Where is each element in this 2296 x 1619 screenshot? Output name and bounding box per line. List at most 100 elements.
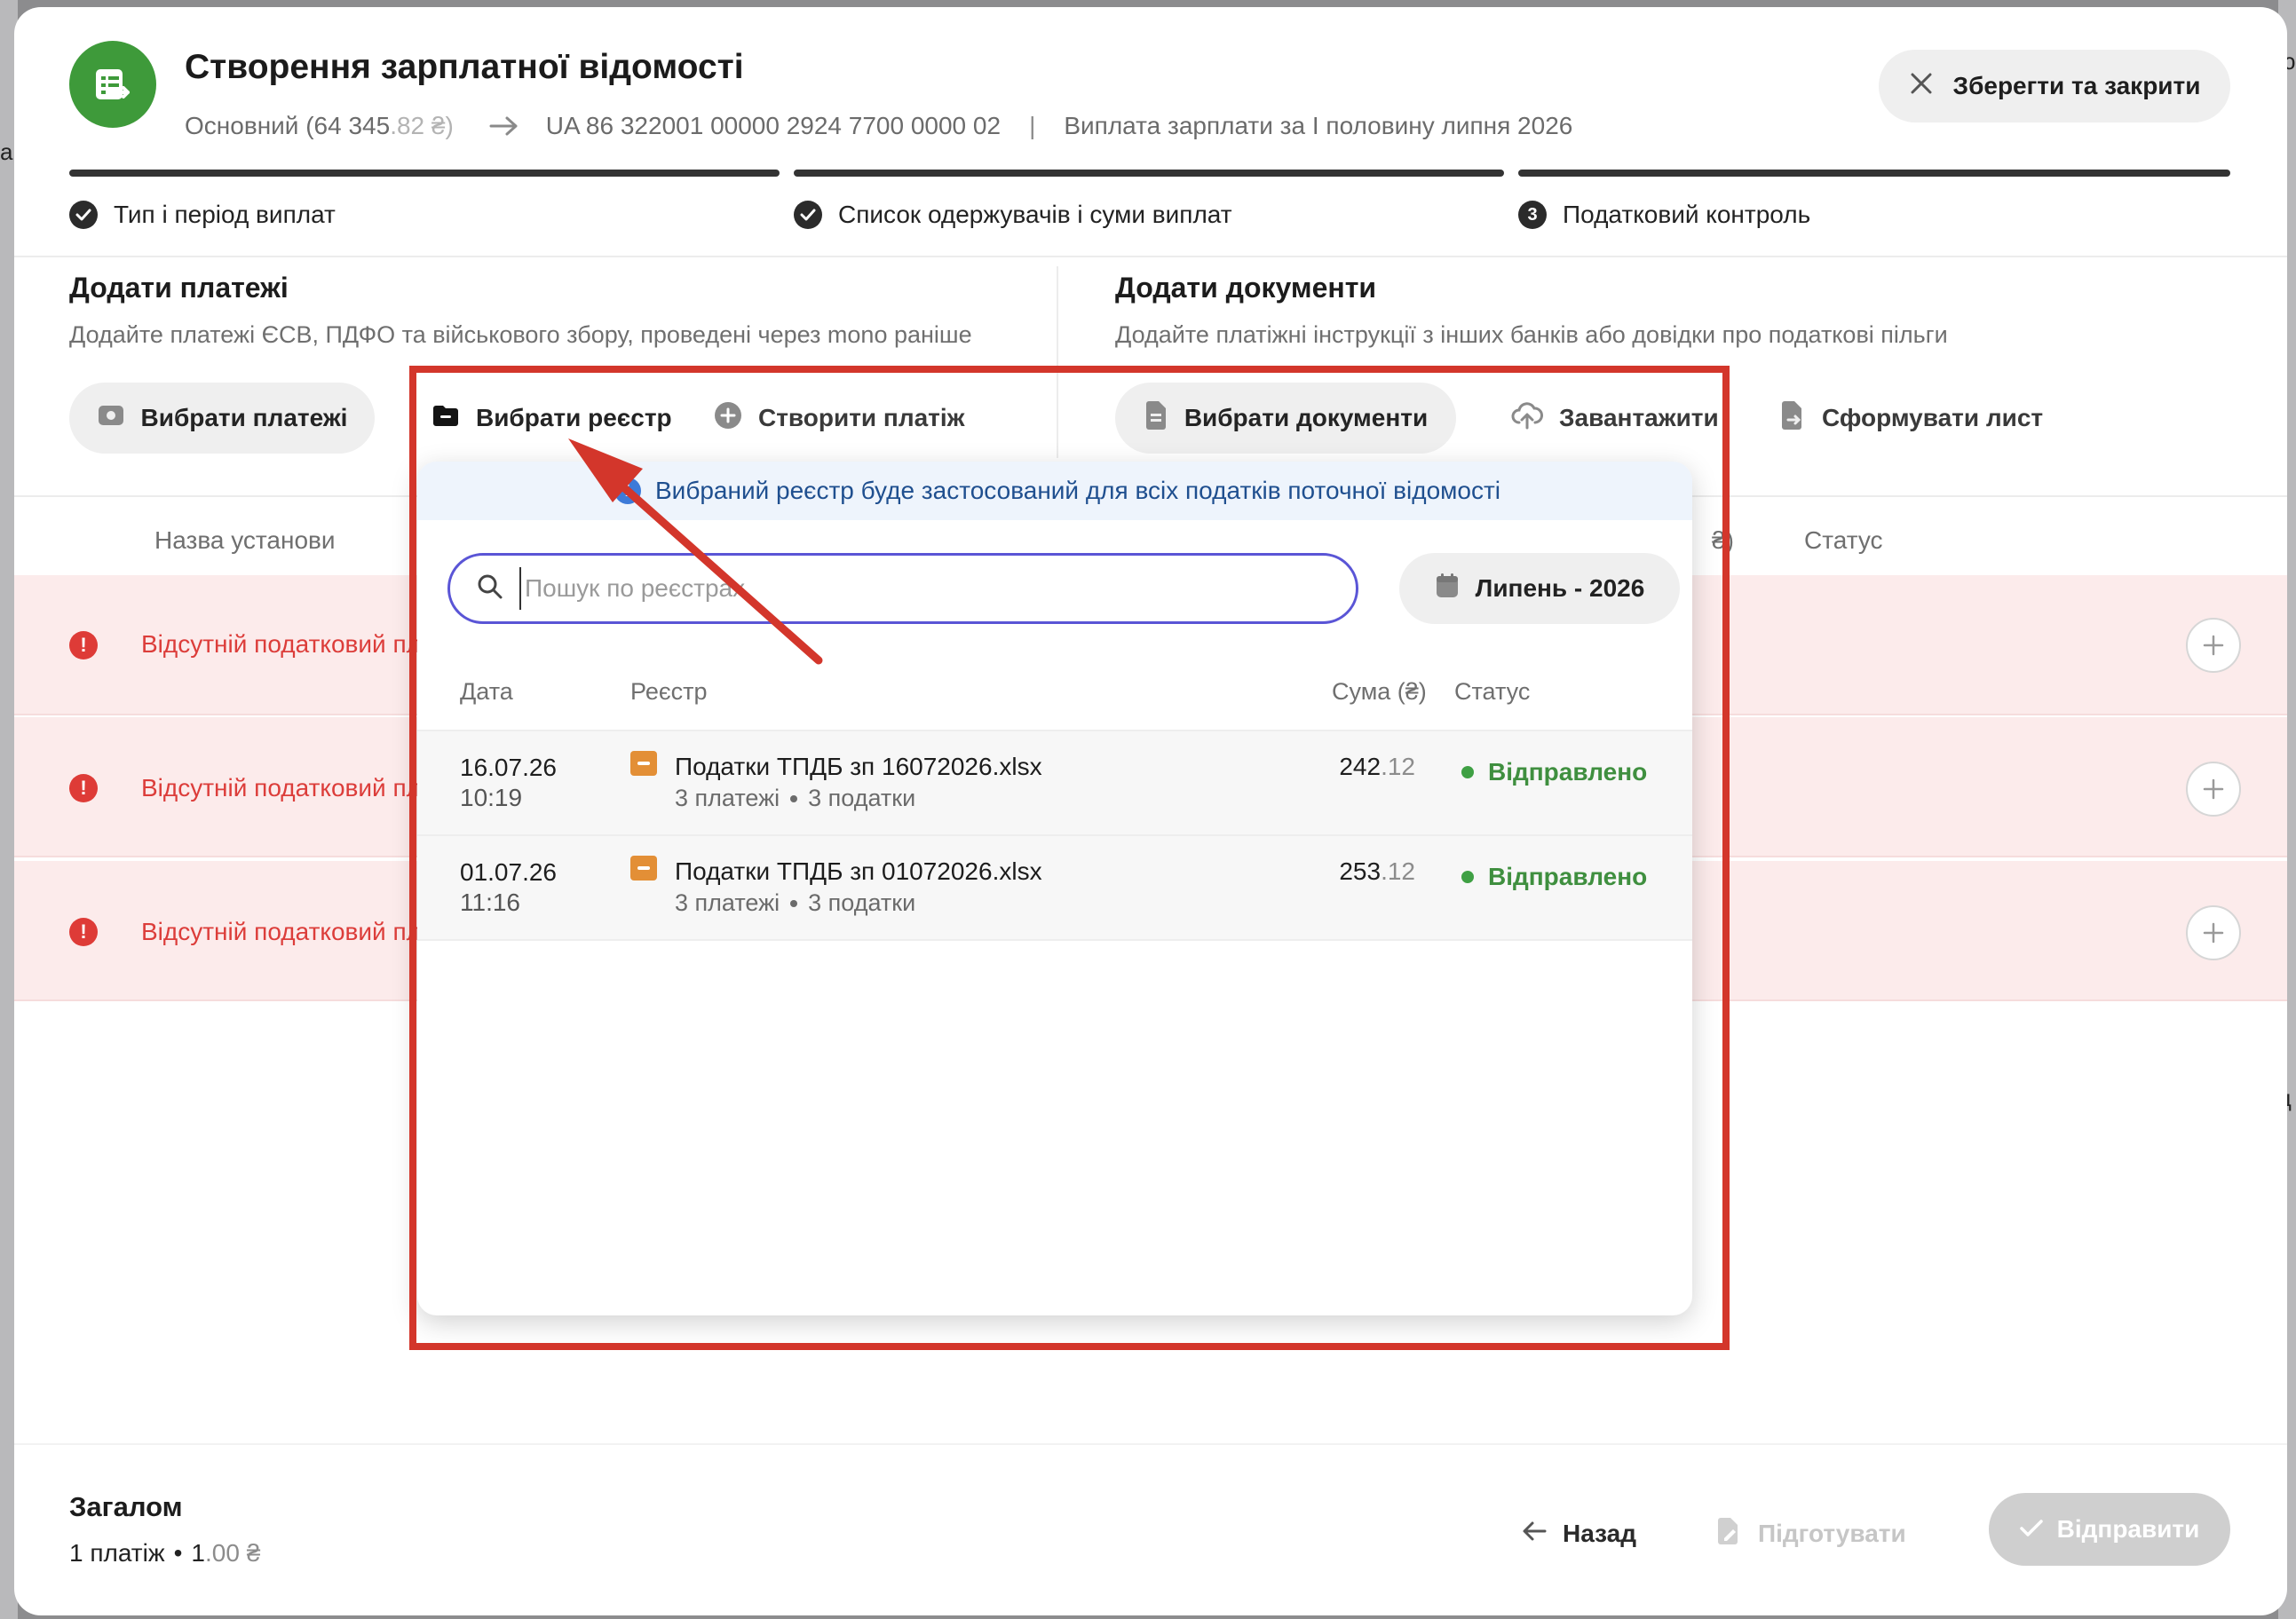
calendar-icon <box>1435 573 1460 605</box>
registry-meta: 3 платежі 3 податки <box>675 889 915 917</box>
registry-time: 11:16 <box>460 888 520 916</box>
registry-row[interactable]: 16.07.26 10:19 Податки ТПДБ зп 16072026.… <box>417 731 1692 834</box>
registry-meta: 3 платежі 3 податки <box>675 785 915 812</box>
save-and-close-label: Зберегти та закрити <box>1952 72 2201 99</box>
error-message: Відсутній податковий пла <box>141 774 435 802</box>
send-label: Відправити <box>2056 1515 2200 1543</box>
payment-icon <box>97 403 125 434</box>
registry-dropdown: i Вибраний реєстр буде застосований для … <box>417 462 1692 1315</box>
form-letter-button[interactable]: Сформувати лист <box>1779 383 2043 454</box>
registry-taxes-count: 3 податки <box>808 889 916 916</box>
add-row-button[interactable] <box>2186 762 2241 817</box>
step-progress-3 <box>1518 170 2230 177</box>
page-title: Створення зарплатної відомості <box>185 48 744 86</box>
status-dot-icon <box>1461 766 1474 778</box>
error-icon: ! <box>69 918 98 946</box>
add-row-button[interactable] <box>2186 905 2241 960</box>
search-icon <box>477 573 503 604</box>
column-header-sum: Сума (₴) <box>1332 678 1427 705</box>
column-header-sum: ₴) <box>1712 526 1734 554</box>
month-picker-button[interactable]: Липень - 2026 <box>1399 553 1680 624</box>
separator: | <box>1029 112 1036 139</box>
divider <box>417 939 1692 941</box>
registry-search-input[interactable] <box>519 567 1301 610</box>
plus-icon <box>2203 635 2224 656</box>
total-summary: 1 платіж • 1.00 ₴ <box>69 1539 260 1568</box>
step-label: Список одержувачів і суми виплат <box>838 201 1232 228</box>
registry-sum-int: 242 <box>1339 753 1382 780</box>
form-letter-label: Сформувати лист <box>1822 404 2044 431</box>
step-tax-control[interactable]: 3 Податковий контроль <box>1518 201 1810 229</box>
status-badge: Відправлено <box>1461 758 1647 786</box>
registry-search-field[interactable] <box>447 553 1358 624</box>
error-icon: ! <box>69 631 98 659</box>
select-registry-button[interactable]: Вибрати реєстр <box>431 383 672 454</box>
arrow-left-icon <box>1522 1520 1547 1548</box>
upload-label: Завантажити <box>1559 404 1719 431</box>
select-payments-label: Вибрати платежі <box>140 404 348 431</box>
status-label: Відправлено <box>1488 758 1648 786</box>
check-icon <box>69 201 98 229</box>
add-documents-subtitle: Додайте платіжні інструкції з інших банк… <box>1115 321 1948 348</box>
account-balance-decimals: .82 ₴) <box>390 112 454 139</box>
payment-purpose: Виплата зарплати за І половину липня 202… <box>1064 112 1573 139</box>
check-icon <box>2019 1515 2043 1544</box>
prepare-button[interactable]: Підготувати <box>1715 1507 1906 1560</box>
total-count: 1 платіж <box>69 1539 165 1567</box>
divider <box>14 256 2287 257</box>
column-header-status: Статус <box>1804 526 1883 554</box>
step-label: Податковий контроль <box>1563 201 1811 228</box>
add-row-button[interactable] <box>2186 618 2241 673</box>
registry-payments-count: 3 платежі <box>675 785 780 811</box>
add-payments-subtitle: Додайте платежі ЄСВ, ПДФО та військового… <box>69 321 972 348</box>
step-progress-1 <box>69 170 780 177</box>
upload-cloud-icon <box>1511 401 1543 436</box>
back-button[interactable]: Назад <box>1522 1507 1636 1560</box>
create-payment-label: Створити платіж <box>758 404 965 431</box>
step-progress-2 <box>794 170 1504 177</box>
back-label: Назад <box>1563 1520 1637 1547</box>
account-name: Основний (64 345 <box>185 112 391 139</box>
create-payment-button[interactable]: Створити платіж <box>714 383 965 454</box>
check-icon <box>794 201 822 229</box>
send-button[interactable]: Відправити <box>1989 1493 2230 1566</box>
error-icon: ! <box>69 774 98 802</box>
status-label: Відправлено <box>1488 863 1648 890</box>
error-message: Відсутній податковий пла <box>141 630 435 658</box>
background-text: а <box>0 138 13 165</box>
total-amount-decimals: .00 ₴ <box>204 1539 261 1567</box>
registry-file-name: Податки ТПДБ зп 01072026.xlsx <box>675 857 1042 885</box>
folder-icon <box>630 751 657 776</box>
folder-icon <box>630 856 657 881</box>
column-header-status: Статус <box>1454 678 1531 705</box>
registry-sum: 242.12 <box>1339 753 1415 781</box>
registry-sum-int: 253 <box>1339 857 1382 885</box>
select-documents-button[interactable]: Вибрати документи <box>1115 383 1456 454</box>
registry-sum: 253.12 <box>1339 857 1415 886</box>
iban: UA 86 322001 00000 2924 7700 0000 02 <box>545 112 1002 139</box>
column-header-registry: Реєстр <box>630 678 708 705</box>
step-recipients[interactable]: Список одержувачів і суми виплат <box>794 201 1232 229</box>
close-icon <box>1909 71 1934 102</box>
column-header-date: Дата <box>460 678 513 705</box>
registry-info-banner: i Вибраний реєстр буде застосований для … <box>417 462 1692 520</box>
plus-circle-icon <box>714 401 742 436</box>
column-header-institution: Назва установи <box>154 526 336 554</box>
step-label: Тип і період виплат <box>114 201 336 228</box>
payroll-summary-line: Основний (64 345.82 ₴) UA 86 322001 0000… <box>185 112 1572 140</box>
bullet: • <box>173 1539 183 1567</box>
add-payments-title: Додати платежі <box>69 272 289 304</box>
save-and-close-button[interactable]: Зберегти та закрити <box>1879 50 2230 122</box>
bullet <box>790 899 798 907</box>
step-type-period[interactable]: Тип і період виплат <box>69 201 336 229</box>
select-payments-button[interactable]: Вибрати платежі <box>69 383 375 454</box>
total-amount: 1 <box>191 1539 205 1567</box>
add-documents-title: Додати документи <box>1115 272 1377 304</box>
registry-sum-decimals: .12 <box>1381 753 1415 780</box>
registry-payments-count: 3 платежі <box>675 889 780 916</box>
divider <box>1057 266 1058 458</box>
registry-time: 10:19 <box>460 784 523 811</box>
status-dot-icon <box>1461 871 1474 883</box>
registry-row[interactable]: 01.07.26 11:16 Податки ТПДБ зп 01072026.… <box>417 836 1692 939</box>
upload-button[interactable]: Завантажити <box>1511 383 1719 454</box>
